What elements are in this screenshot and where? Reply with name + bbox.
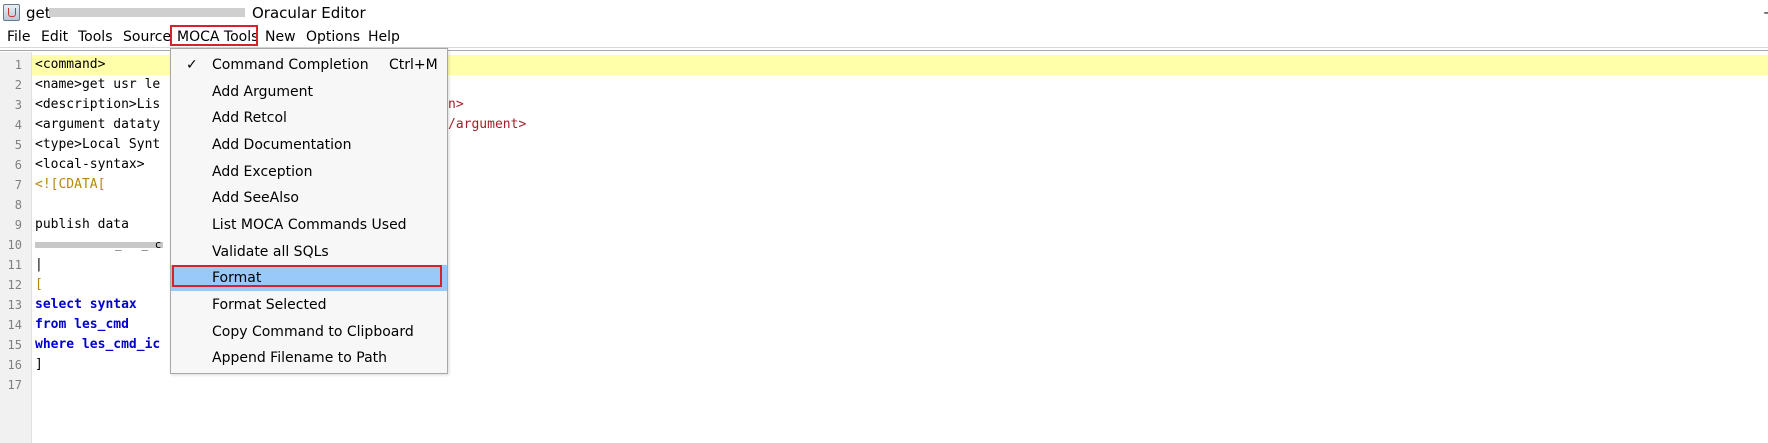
redacted-title-block (49, 8, 245, 17)
menu-item-label: Add Documentation (212, 137, 352, 153)
line-number: 9 (14, 218, 22, 232)
moca-tools-menu: ✓ Command Completion Ctrl+M Add Argument… (170, 48, 448, 374)
menu-item-add-documentation[interactable]: Add Documentation (171, 132, 447, 159)
line-number: 10 (7, 238, 22, 252)
line-number: 14 (7, 318, 22, 332)
line-number: 13 (7, 298, 22, 312)
menu-item-list-moca-commands-used[interactable]: List MOCA Commands Used (171, 212, 447, 239)
menu-item-add-argument[interactable]: Add Argument (171, 79, 447, 106)
line-number: 3 (14, 98, 22, 112)
code-line-suffix: n> (448, 97, 464, 112)
line-number: 15 (7, 338, 22, 352)
code-line: <argument dataty (35, 117, 161, 132)
line-number: 6 (14, 158, 22, 172)
menu-new[interactable]: New (265, 28, 296, 46)
menu-item-add-retcol[interactable]: Add Retcol (171, 105, 447, 132)
line-number: 4 (14, 118, 22, 132)
menu-item-label: Add SeeAlso (212, 190, 299, 206)
code-line-suffix: /argument> (448, 117, 527, 132)
code-line: ] (35, 357, 43, 372)
code-line: | (35, 257, 43, 272)
minimize-button[interactable]: – (1764, 4, 1768, 21)
menu-item-copy-command-to-clipboard[interactable]: Copy Command to Clipboard (171, 319, 447, 346)
code-line: <type>Local Synt (35, 137, 161, 152)
menu-bar: File Edit Tools Source MOCA Tools New Op… (0, 27, 1768, 48)
line-number: 2 (14, 78, 22, 92)
menu-item-shortcut: Ctrl+M (389, 57, 438, 73)
code-line: <local-syntax> (35, 157, 145, 172)
menu-options[interactable]: Options (306, 28, 360, 46)
menu-item-format-selected[interactable]: Format Selected (171, 292, 447, 319)
menu-moca-tools[interactable]: MOCA Tools (177, 28, 258, 46)
code-line: select syntax (35, 297, 137, 312)
window-title-prefix: get (26, 4, 51, 22)
menu-item-label: List MOCA Commands Used (212, 217, 407, 233)
line-number: 16 (7, 358, 22, 372)
line-number: 8 (14, 198, 22, 212)
menu-item-label: Append Filename to Path (212, 350, 388, 366)
code-line: <command> (35, 57, 106, 72)
code-line: publish data (35, 217, 129, 232)
line-number: 5 (14, 138, 22, 152)
line-number: 11 (7, 258, 22, 272)
line-number: 7 (14, 178, 22, 192)
code-line: where les_cmd_ic (35, 337, 161, 352)
menu-item-validate-all-sqls[interactable]: Validate all SQLs (171, 239, 447, 266)
line-number: 12 (7, 278, 22, 292)
menu-item-label: Command Completion (212, 57, 369, 73)
menu-item-label: Format (212, 270, 262, 286)
code-line: <description>Lis (35, 97, 161, 112)
menu-edit[interactable]: Edit (41, 28, 68, 46)
line-number-gutter: 1 2 3 4 5 6 7 8 9 10 11 12 13 14 15 16 1… (0, 52, 32, 443)
window-title: Oracular Editor (252, 4, 366, 22)
code-line: <![CDATA[ (35, 177, 106, 192)
menu-tools[interactable]: Tools (78, 28, 113, 46)
menu-help[interactable]: Help (368, 28, 400, 46)
code-line: <name>get usr le (35, 77, 161, 92)
line-number: 1 (14, 58, 22, 72)
title-bar: get Oracular Editor – (0, 0, 1768, 27)
menu-item-format[interactable]: Format (171, 265, 447, 291)
menu-item-command-completion[interactable]: ✓ Command Completion Ctrl+M (171, 52, 447, 79)
code-line-tail: _ _ c (115, 238, 162, 251)
menu-item-label: Add Exception (212, 164, 313, 180)
code-line: from les_cmd (35, 317, 129, 332)
menu-item-append-filename-to-path[interactable]: Append Filename to Path (171, 345, 447, 372)
menu-item-add-seealso[interactable]: Add SeeAlso (171, 185, 447, 212)
line-number: 17 (7, 378, 22, 392)
menu-item-label: Copy Command to Clipboard (212, 324, 414, 340)
menu-item-label: Add Retcol (212, 110, 287, 126)
code-line: [ (35, 277, 43, 292)
menu-file[interactable]: File (7, 28, 30, 46)
menu-item-label: Validate all SQLs (212, 244, 329, 260)
checkmark-icon: ✓ (186, 57, 198, 73)
menu-source[interactable]: Source (123, 28, 171, 46)
menu-item-label: Add Argument (212, 84, 314, 100)
menu-item-label: Format Selected (212, 297, 327, 313)
menu-item-add-exception[interactable]: Add Exception (171, 159, 447, 186)
java-cup-icon (3, 4, 20, 21)
